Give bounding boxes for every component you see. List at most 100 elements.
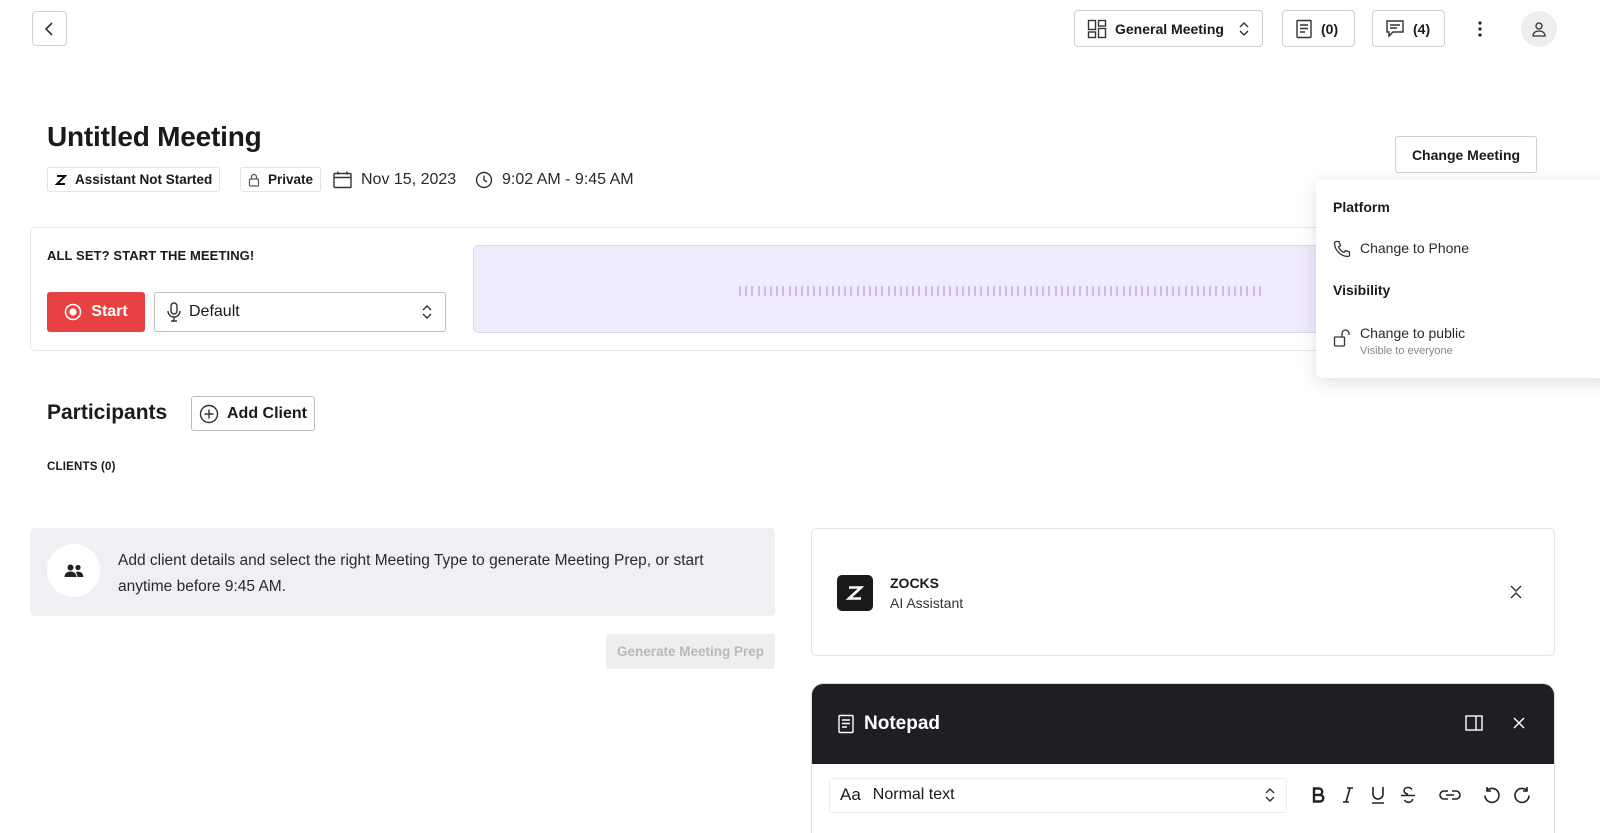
assistant-status-label: Assistant Not Started <box>75 172 213 187</box>
phone-icon <box>1333 240 1351 258</box>
meeting-type-select[interactable]: General Meeting <box>1074 10 1263 47</box>
waveform-bar <box>1011 286 1014 296</box>
waveform-bar <box>776 286 779 296</box>
clock-icon <box>475 171 493 189</box>
waveform-bar <box>844 286 847 296</box>
link-button[interactable] <box>1435 780 1465 810</box>
waveform-bar <box>850 286 853 296</box>
waveform-bar <box>1153 286 1156 296</box>
add-client-label: Add Client <box>227 404 307 422</box>
plus-circle-icon <box>199 404 219 424</box>
waveform-bar <box>1104 286 1107 296</box>
notes-icon <box>1295 19 1313 39</box>
collapse-button[interactable] <box>1509 584 1523 600</box>
underline-icon <box>1371 786 1385 804</box>
unlock-icon <box>1333 329 1351 347</box>
text-style-prefix: Aa <box>840 785 861 804</box>
underline-button[interactable] <box>1363 780 1393 810</box>
meeting-time: 9:02 AM - 9:45 AM <box>475 167 634 192</box>
italic-icon <box>1342 787 1354 803</box>
waveform-bar <box>1135 286 1137 296</box>
participants-heading: Participants <box>47 401 168 424</box>
waveform-bar <box>838 286 840 296</box>
waveform-bar <box>1005 286 1008 296</box>
redo-button[interactable] <box>1507 780 1537 810</box>
back-button[interactable] <box>32 11 67 46</box>
record-icon <box>64 303 82 321</box>
waveform-bar <box>912 286 915 296</box>
waveform-bar <box>1085 286 1088 296</box>
waveform-bar <box>1023 286 1026 296</box>
waveform-bar <box>930 286 933 296</box>
waveform-bar <box>800 286 803 296</box>
waveform-bar <box>1252 286 1255 296</box>
chevron-left-icon <box>43 21 57 36</box>
clients-count-label: CLIENTS (0) <box>47 461 116 473</box>
change-meeting-menu: Platform Change to Phone Visibility Chan… <box>1316 180 1600 378</box>
chevron-updown-icon <box>421 304 433 320</box>
zocks-logo-icon <box>837 575 873 611</box>
waveform-bar <box>1091 286 1094 296</box>
change-to-public-label: Change to public <box>1360 325 1466 341</box>
change-to-phone-label: Change to Phone <box>1360 240 1469 256</box>
waveform-bar <box>1122 286 1125 296</box>
microphone-select[interactable]: Default <box>154 292 446 332</box>
waveform-bar <box>1042 286 1045 296</box>
change-meeting-button[interactable]: Change Meeting <box>1395 136 1537 173</box>
assistant-status-badge: Assistant Not Started <box>47 167 221 192</box>
waveform-bar <box>1054 286 1057 296</box>
close-icon[interactable] <box>1513 717 1525 729</box>
waveform-bar <box>1165 286 1168 296</box>
visibility-heading: Visibility <box>1333 282 1391 298</box>
user-avatar[interactable] <box>1521 11 1557 47</box>
add-client-button[interactable]: Add Client <box>191 396 315 431</box>
notes-button[interactable]: (0) <box>1282 10 1355 47</box>
notepad-toolbar: Aa Normal text <box>829 777 1551 813</box>
waveform-bar <box>1227 286 1230 296</box>
waveform-bar <box>1116 286 1119 296</box>
waveform-bar <box>899 286 902 296</box>
text-style-select[interactable]: Aa Normal text <box>829 777 1287 813</box>
waveform-bar <box>1240 286 1243 296</box>
waveform-bar <box>862 286 865 296</box>
waveform-bar <box>887 286 890 296</box>
undo-button[interactable] <box>1477 780 1507 810</box>
waveform-bar <box>751 286 754 296</box>
waveform-bar <box>906 286 909 296</box>
change-to-phone-item[interactable]: Change to Phone <box>1333 240 1469 258</box>
kebab-icon <box>1478 21 1482 37</box>
waveform-bar <box>924 286 927 296</box>
waveform-bar <box>769 286 772 296</box>
waveform-bar <box>1036 286 1038 296</box>
side-panel-toggle-icon[interactable] <box>1465 715 1483 731</box>
waveform-bar <box>831 286 834 296</box>
waveform-bar <box>819 286 822 296</box>
bold-icon <box>1311 787 1325 803</box>
waveform-bar <box>961 286 964 296</box>
collapse-icon <box>1509 584 1523 600</box>
waveform-bar <box>974 286 977 296</box>
start-meeting-heading: ALL SET? START THE MEETING! <box>47 248 255 263</box>
change-to-public-sub: Visible to everyone <box>1360 345 1453 357</box>
undo-icon <box>1483 786 1501 804</box>
generate-meeting-prep-button[interactable]: Generate Meeting Prep <box>606 634 775 669</box>
calendar-icon <box>333 171 352 189</box>
ai-assistant-card: ZOCKS AI Assistant <box>811 528 1555 656</box>
meeting-type-label: General Meeting <box>1115 20 1224 37</box>
waveform-bar <box>1190 286 1193 296</box>
waveform-bar <box>1029 286 1032 296</box>
more-options-button[interactable] <box>1470 14 1490 44</box>
people-icon-wrap <box>47 544 100 597</box>
waveform-bar <box>1110 286 1113 296</box>
waveform-bar <box>757 286 760 296</box>
microphone-value: Default <box>189 303 240 320</box>
strikethrough-button[interactable] <box>1393 780 1423 810</box>
waveform-bar <box>893 286 896 296</box>
italic-button[interactable] <box>1333 780 1363 810</box>
waveform-bar <box>967 286 970 296</box>
change-to-public-item[interactable]: Change to public Visible to everyone <box>1333 325 1465 357</box>
bold-button[interactable] <box>1303 780 1333 810</box>
comments-button[interactable]: (4) <box>1372 10 1445 47</box>
waveform-bar <box>1141 286 1144 296</box>
start-recording-button[interactable]: Start <box>47 292 145 332</box>
